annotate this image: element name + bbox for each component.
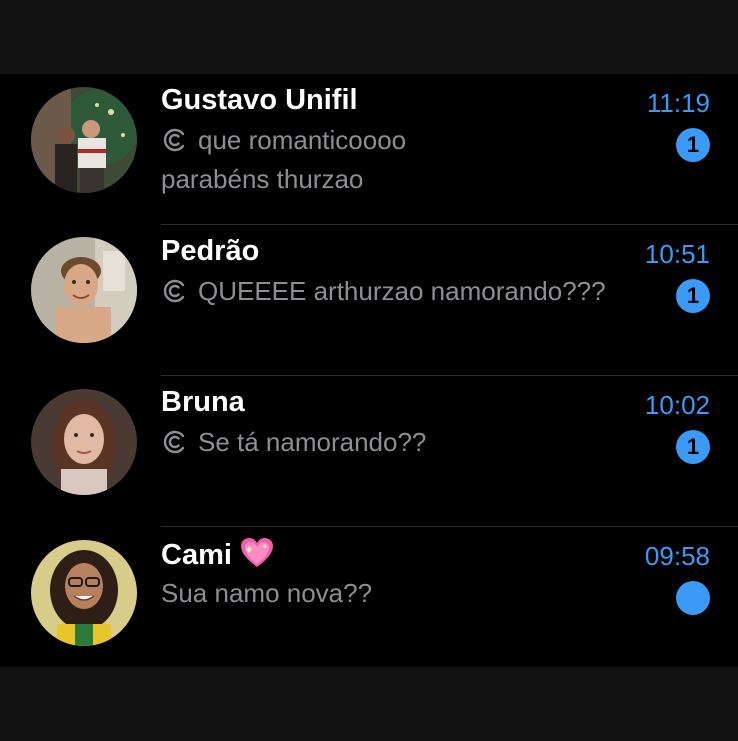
contact-name-text: Cami bbox=[161, 539, 232, 571]
chat-row-cami[interactable]: Cami 09:58 Sua namo nova?? bbox=[0, 517, 738, 668]
contact-name: Bruna bbox=[161, 386, 245, 418]
preview-line-2: parabéns thurzao bbox=[161, 164, 364, 194]
avatar-photo-gustavo bbox=[31, 87, 137, 193]
contact-name: Gustavo Unifil bbox=[161, 84, 358, 116]
contact-name: Cami bbox=[161, 537, 274, 572]
avatar[interactable] bbox=[31, 237, 137, 343]
message-time: 10:51 bbox=[644, 239, 710, 269]
preview-text: Se tá namorando?? bbox=[198, 427, 427, 457]
preview-line-1: Sua namo nova?? bbox=[161, 578, 373, 608]
message-time: 10:02 bbox=[644, 390, 710, 420]
unread-dot bbox=[676, 581, 710, 615]
chat-row-pedrao[interactable]: Pedrão 10:51 QUEEEE arthurzao namorando?… bbox=[0, 225, 738, 376]
avatar[interactable] bbox=[31, 540, 137, 646]
unread-badge: 1 bbox=[676, 430, 710, 464]
avatar[interactable] bbox=[31, 87, 137, 193]
chat-row-bruna[interactable]: Bruna 10:02 Se tá namorando?? 1 bbox=[0, 376, 738, 527]
unread-badge: 1 bbox=[676, 279, 710, 313]
sparkling-heart-icon bbox=[240, 538, 273, 567]
avatar-photo-pedrao bbox=[31, 237, 137, 343]
preview-line-1: QUEEEE arthurzao namorando??? bbox=[161, 272, 651, 311]
chat-list: Gustavo Unifil 11:19 que romanticoooo pa… bbox=[0, 74, 738, 668]
message-preview: Se tá namorando?? bbox=[161, 423, 651, 462]
message-preview: QUEEEE arthurzao namorando??? bbox=[161, 272, 651, 311]
preview-line-1: Se tá namorando?? bbox=[161, 423, 651, 462]
unread-badge: 1 bbox=[676, 128, 710, 162]
avatar-photo-bruna bbox=[31, 389, 137, 495]
top-bar bbox=[0, 0, 738, 74]
preview-line-1: que romanticoooo bbox=[161, 121, 651, 160]
contact-name: Pedrão bbox=[161, 235, 260, 267]
message-preview: Sua namo nova?? bbox=[161, 574, 651, 613]
chat-row-gustavo[interactable]: Gustavo Unifil 11:19 que romanticoooo pa… bbox=[0, 74, 738, 225]
bottom-bar bbox=[0, 667, 738, 741]
message-time: 11:19 bbox=[646, 88, 710, 118]
sent-check-icon bbox=[163, 279, 185, 303]
preview-text: que romanticoooo bbox=[198, 125, 407, 155]
avatar[interactable] bbox=[31, 389, 137, 495]
sent-check-icon bbox=[163, 128, 185, 152]
avatar-photo-cami bbox=[31, 540, 137, 646]
message-time: 09:58 bbox=[644, 541, 710, 571]
message-preview: que romanticoooo parabéns thurzao bbox=[161, 121, 651, 199]
preview-text: QUEEEE arthurzao namorando??? bbox=[198, 276, 606, 306]
sent-check-icon bbox=[163, 430, 185, 454]
